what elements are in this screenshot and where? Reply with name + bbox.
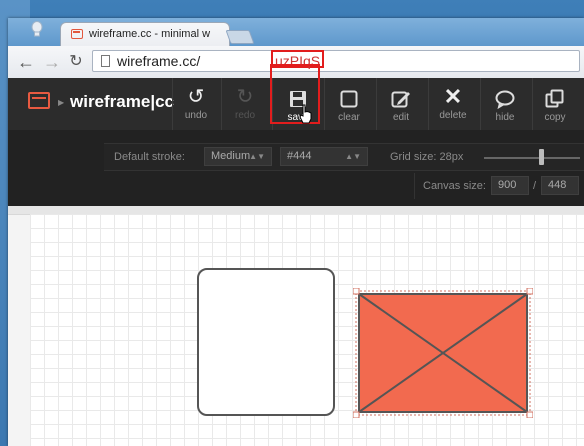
settings-row-stroke: Default stroke: Medium ▲▼ #444 ▲▼ Grid s… [104,143,584,171]
select-arrows-icon: ▲▼ [249,152,265,161]
favicon-icon [71,29,83,39]
hand-cursor-icon [299,104,312,124]
rectangle-element[interactable] [197,268,335,416]
canvas-height-input[interactable]: 448 [541,176,579,195]
clear-label: clear [338,112,360,123]
settings-row-canvas: Canvas size: 900 / 448 [414,173,584,199]
clear-button[interactable]: clear [325,86,373,126]
forward-arrow-icon[interactable]: → [42,52,62,72]
color-value: #444 [287,150,312,162]
hide-button[interactable]: hide [481,86,529,126]
reload-icon[interactable]: ↻ [66,52,86,72]
grid-size-label: Grid size: 28px [390,151,464,163]
back-arrow-icon[interactable]: ← [16,52,36,72]
delete-label: delete [439,110,467,121]
copy-icon [545,89,564,108]
grid-size-slider-handle[interactable] [539,149,545,165]
redo-button[interactable]: ↻ redo [221,86,269,126]
stroke-select[interactable]: Medium ▲▼ [204,147,272,166]
tab-bar: wireframe.cc - minimal w [8,18,584,46]
copy-button[interactable]: copy [531,86,579,126]
stroke-value: Medium [211,150,251,162]
lightbulb-icon [31,21,43,37]
edit-button[interactable]: edit [377,86,425,126]
url-base: wireframe.cc/ [117,53,201,69]
delete-button[interactable]: ✕ delete [429,86,477,126]
edit-label: edit [392,112,410,123]
redo-label: redo [234,110,255,121]
color-select[interactable]: #444 ▲▼ [280,147,368,166]
logo-window-icon[interactable] [28,92,50,109]
image-placeholder-element[interactable] [353,288,533,418]
undo-icon: ↺ [187,86,205,108]
clear-icon [340,90,358,108]
undo-button[interactable]: ↺ undo [172,86,220,126]
address-bar[interactable]: wireframe.cc/ uzPIqS [92,50,580,72]
canvas-size-label: Canvas size: [423,180,486,192]
speech-bubble-icon [495,90,515,110]
page-icon [101,55,110,67]
select-arrows-icon: ▲▼ [345,152,361,161]
stroke-label: Default stroke: [114,151,185,163]
app-name: wireframe|cc [70,92,174,111]
hide-label: hide [495,112,515,123]
redo-icon: ↻ [236,86,254,108]
undo-label: undo [184,110,208,121]
canvas-width-input[interactable]: 900 [491,176,529,195]
browser-tab[interactable]: wireframe.cc - minimal w [60,22,230,46]
delete-icon: ✕ [443,84,463,109]
grid-size-slider[interactable] [484,157,580,159]
copy-label: copy [544,112,566,123]
canvas-size-separator: / [533,180,537,192]
tab-title: wireframe.cc - minimal w [89,28,211,40]
new-tab-button[interactable] [225,30,255,44]
logo-arrow-icon: ▶ [58,98,65,107]
edit-icon [391,91,410,108]
